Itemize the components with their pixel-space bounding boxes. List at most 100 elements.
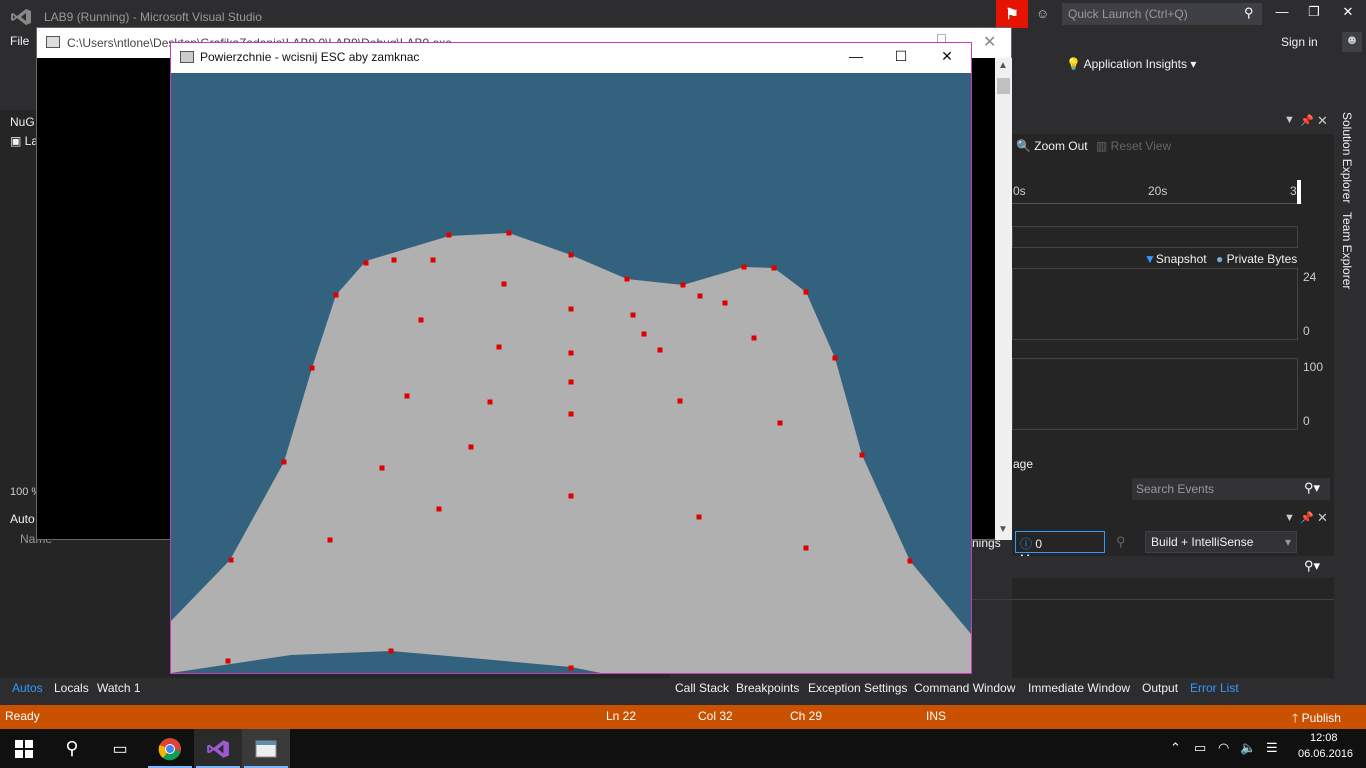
wifi-icon[interactable]: ◠	[1218, 740, 1229, 756]
minimize-icon[interactable]: —	[1268, 4, 1296, 24]
tab-watch-1[interactable]: Watch 1	[97, 681, 141, 695]
tab-breakpoints[interactable]: Breakpoints	[736, 681, 799, 695]
pin-icon[interactable]: 📌	[1300, 511, 1314, 524]
dropdown-icon[interactable]: ▼	[1284, 512, 1295, 524]
tab-locals[interactable]: Locals	[54, 681, 89, 695]
windows-start-button[interactable]	[0, 729, 48, 768]
control-point	[568, 493, 574, 499]
user-icon[interactable]: ☻	[1342, 32, 1362, 52]
window-app-icon	[255, 740, 277, 757]
zoom-out-label: Zoom Out	[1034, 139, 1088, 153]
close-icon[interactable]: ✕	[1334, 4, 1362, 24]
control-point	[859, 452, 865, 458]
search-icon[interactable]: ⚲▾	[1304, 480, 1320, 496]
reset-view-button[interactable]: ▥ Reset View	[1096, 139, 1171, 153]
battery-icon[interactable]: ▭	[1194, 740, 1206, 756]
private-bytes-label: Private Bytes	[1226, 252, 1298, 266]
feedback-icon[interactable]: ☺	[1036, 6, 1054, 22]
quick-launch-input[interactable]: Quick Launch (Ctrl+Q)	[1062, 3, 1262, 25]
control-point	[388, 648, 394, 654]
chevron-up-icon[interactable]: ⌃	[1170, 740, 1181, 756]
publish-icon: 🡑	[1292, 711, 1299, 725]
tab-exception-settings[interactable]: Exception Settings	[808, 681, 907, 695]
control-point	[641, 331, 647, 337]
control-point	[677, 398, 683, 404]
tab-command-window[interactable]: Command Window	[914, 681, 1015, 695]
scrollbar-thumb[interactable]	[997, 78, 1010, 94]
control-point	[741, 264, 747, 270]
minimize-icon[interactable]: —	[846, 48, 866, 66]
close-icon[interactable]: ✕	[983, 32, 996, 52]
filter-icon[interactable]: ⚲	[1116, 534, 1126, 550]
search-icon[interactable]: ⚲	[48, 729, 96, 768]
application-insights-button[interactable]: 💡 Application Insights ▾	[1066, 57, 1196, 71]
volume-icon[interactable]: 🔈	[1240, 740, 1256, 756]
reset-view-label: Reset View	[1110, 139, 1172, 153]
console-scrollbar[interactable]	[995, 58, 1012, 540]
timeline-label: 0s	[1013, 184, 1026, 198]
search-events-input[interactable]: Search Events	[1132, 478, 1330, 500]
clock-date[interactable]: 06.06.2016	[1298, 748, 1353, 760]
visual-studio-taskbar-icon[interactable]	[194, 729, 242, 768]
timeline-cursor[interactable]	[1297, 180, 1301, 204]
app-taskbar-icon[interactable]	[242, 729, 290, 768]
close-icon[interactable]: ✕	[937, 48, 957, 66]
close-icon[interactable]: ✕	[1317, 113, 1328, 129]
tab-solution-explorer[interactable]: Solution Explorer	[1340, 112, 1354, 203]
sign-in-link[interactable]: Sign in	[1281, 35, 1318, 49]
publish-button[interactable]: 🡑 Publish	[1292, 709, 1341, 730]
document-tab[interactable]: ▣ La	[10, 134, 38, 148]
zoom-out-button[interactable]: 🔍 Zoom Out	[1016, 139, 1088, 153]
memory-usage-tab[interactable]: age	[1013, 457, 1033, 471]
task-view-icon[interactable]: ▭	[96, 729, 144, 768]
status-insert-mode: INS	[926, 709, 947, 723]
control-point	[680, 282, 686, 288]
tab-team-explorer[interactable]: Team Explorer	[1340, 212, 1354, 289]
control-point	[391, 257, 397, 263]
tab-autos[interactable]: Autos	[12, 681, 43, 695]
control-point	[496, 344, 502, 350]
tab-error-list[interactable]: Error List	[1190, 681, 1239, 695]
menu-file[interactable]: File	[10, 34, 29, 48]
control-point	[379, 465, 385, 471]
control-point	[624, 276, 630, 282]
notification-flag-icon[interactable]: ⚑	[996, 0, 1028, 28]
control-point	[327, 537, 333, 543]
notification-icon[interactable]: ☰	[1266, 740, 1278, 756]
tab-immediate-window[interactable]: Immediate Window	[1028, 681, 1130, 695]
status-ready: Ready	[5, 709, 40, 723]
tab-call-stack[interactable]: Call Stack	[675, 681, 729, 695]
pin-icon[interactable]: 📌	[1300, 114, 1314, 127]
left-tool-panel	[0, 110, 36, 530]
chrome-icon[interactable]	[146, 729, 194, 768]
error-search-row[interactable]	[972, 556, 1334, 578]
opengl-render-surface[interactable]	[171, 73, 971, 673]
scroll-down-icon[interactable]: ▼	[998, 524, 1008, 535]
nuget-tab[interactable]: NuG	[10, 115, 35, 129]
control-point	[468, 444, 474, 450]
scroll-up-icon[interactable]: ▲	[998, 60, 1008, 71]
restore-icon[interactable]: ❐	[1300, 4, 1328, 24]
control-point	[568, 350, 574, 356]
status-line: Ln 22	[606, 709, 637, 723]
visual-studio-logo-icon	[11, 9, 31, 25]
tab-output[interactable]: Output	[1142, 681, 1178, 695]
graph-axis-min: 0	[1303, 414, 1310, 428]
search-icon[interactable]: ⚲▾	[1304, 558, 1320, 574]
close-icon[interactable]: ✕	[1317, 510, 1328, 526]
control-point	[751, 335, 757, 341]
graph-axis-min: 0	[1303, 324, 1310, 338]
control-point	[777, 420, 783, 426]
maximize-icon[interactable]: ☐	[891, 48, 911, 66]
dropdown-icon[interactable]: ▼	[1284, 114, 1295, 126]
build-filter-select[interactable]: Build + IntelliSense ▾	[1145, 531, 1297, 553]
control-point	[568, 306, 574, 312]
search-icon[interactable]: ⚲	[1244, 5, 1254, 21]
control-point	[697, 293, 703, 299]
control-point	[568, 665, 574, 671]
info-icon: ⓘ	[1020, 537, 1033, 551]
timeline-label: 20s	[1148, 184, 1168, 198]
clock-time[interactable]: 12:08	[1310, 732, 1338, 744]
control-point	[363, 260, 369, 266]
messages-filter-button[interactable]: ⓘ 0 Messages	[1015, 531, 1105, 566]
